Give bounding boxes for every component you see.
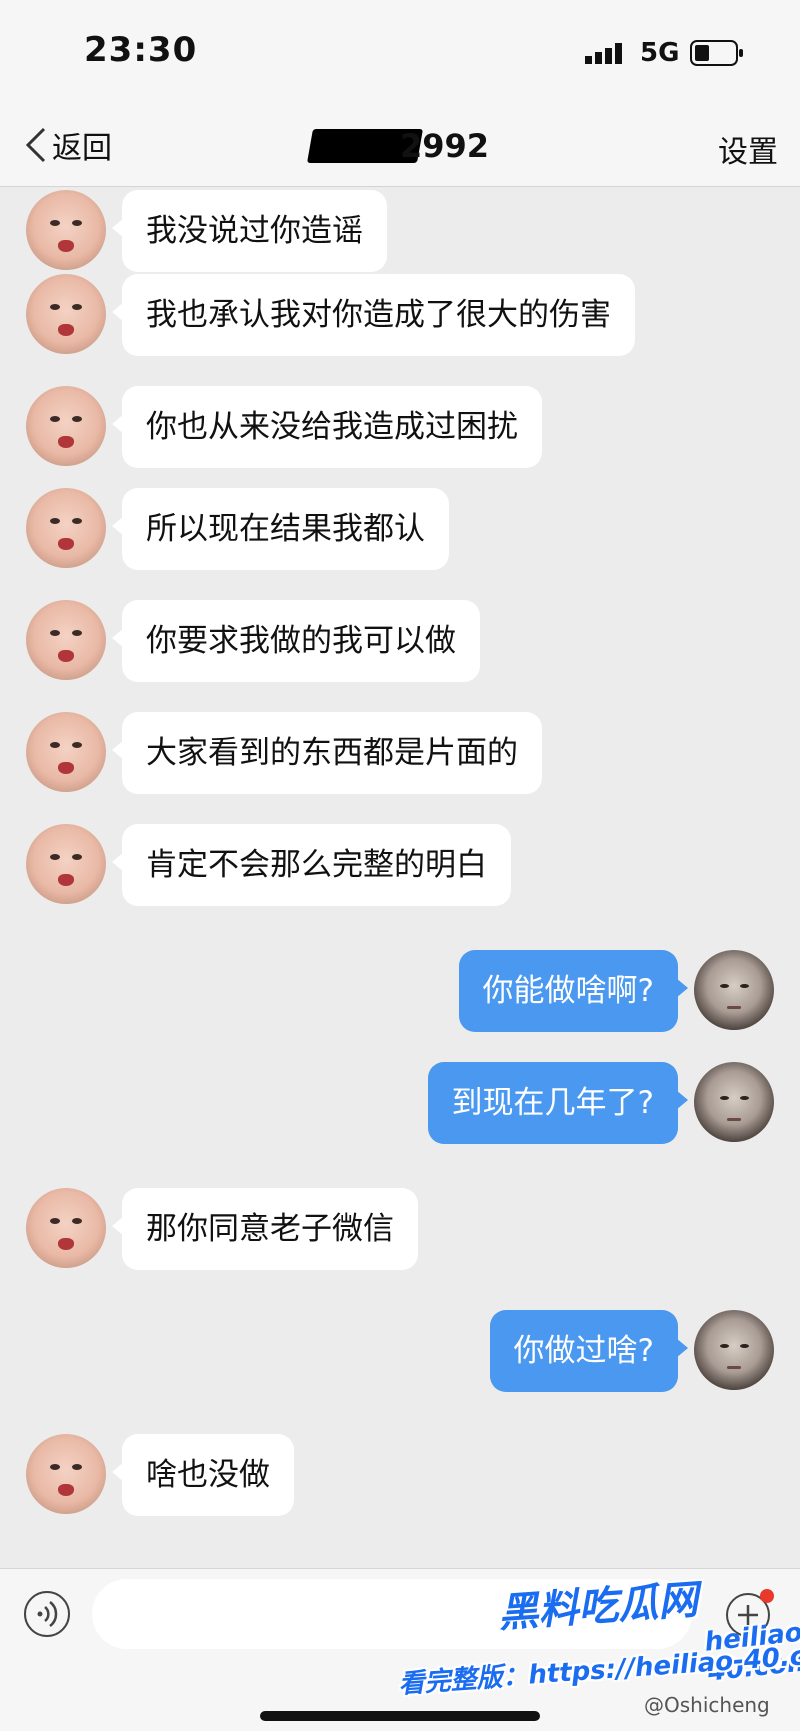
status-time: 23:30	[84, 30, 198, 70]
chat-title: 2992	[300, 123, 500, 167]
message-bubble[interactable]: 到现在几年了?	[427, 1062, 689, 1144]
message-row: 大家看到的东西都是片面的	[0, 712, 800, 796]
contact-avatar[interactable]	[26, 274, 106, 354]
settings-button[interactable]: 设置	[718, 127, 778, 171]
message-row: 我也承认我对你造成了很大的伤害	[0, 274, 800, 358]
contact-avatar[interactable]	[26, 824, 106, 904]
signal-icon	[585, 43, 622, 64]
message-bubble[interactable]: 大家看到的东西都是片面的	[112, 712, 542, 794]
message-bubble[interactable]: 我也承认我对你造成了很大的伤害	[112, 274, 635, 356]
user-avatar[interactable]	[694, 1310, 774, 1390]
chat-title-text: 2992	[400, 127, 490, 165]
message-row: 你做过啥?	[0, 1310, 800, 1394]
user-avatar[interactable]	[694, 950, 774, 1030]
contact-avatar[interactable]	[26, 386, 106, 466]
contact-avatar[interactable]	[26, 600, 106, 680]
message-bubble[interactable]: 那你同意老子微信	[112, 1188, 418, 1270]
voice-button[interactable]	[24, 1591, 70, 1637]
message-row: 那你同意老子微信	[0, 1188, 800, 1272]
message-bubble[interactable]: 你能做啥啊?	[458, 950, 689, 1032]
message-row: 你也从来没给我造成过困扰	[0, 386, 800, 470]
network-label: 5G	[640, 38, 680, 68]
chevron-left-icon	[25, 127, 46, 163]
message-bubble[interactable]: 所以现在结果我都认	[112, 488, 449, 570]
back-label: 返回	[52, 131, 112, 166]
home-indicator	[260, 1711, 540, 1721]
message-row: 我没说过你造谣	[0, 190, 800, 274]
message-row: 到现在几年了?	[0, 1062, 800, 1146]
back-button[interactable]: 返回	[22, 119, 112, 171]
contact-avatar[interactable]	[26, 712, 106, 792]
notification-dot	[760, 1589, 774, 1603]
message-bubble[interactable]: 啥也没做	[112, 1434, 294, 1516]
contact-avatar[interactable]	[26, 190, 106, 270]
message-row: 你要求我做的我可以做	[0, 600, 800, 684]
contact-avatar[interactable]	[26, 1188, 106, 1268]
message-bubble[interactable]: 你要求我做的我可以做	[112, 600, 480, 682]
message-row: 你能做啥啊?	[0, 950, 800, 1034]
voice-icon	[37, 1601, 58, 1627]
contact-avatar[interactable]	[26, 1434, 106, 1514]
status-bar: 23:30 5G	[0, 0, 800, 105]
battery-icon	[690, 40, 743, 66]
message-row: 啥也没做	[0, 1434, 800, 1518]
contact-avatar[interactable]	[26, 488, 106, 568]
message-bubble[interactable]: 你做过啥?	[489, 1310, 689, 1392]
nav-bar: 返回 2992 设置	[0, 105, 800, 187]
user-avatar[interactable]	[694, 1062, 774, 1142]
message-row: 所以现在结果我都认	[0, 488, 800, 572]
weibo-credit: @Oshicheng	[644, 1693, 770, 1717]
message-bubble[interactable]: 肯定不会那么完整的明白	[112, 824, 511, 906]
message-bubble[interactable]: 我没说过你造谣	[112, 190, 387, 272]
message-bubble[interactable]: 你也从来没给我造成过困扰	[112, 386, 542, 468]
chat-area[interactable]: 我没说过你造谣 我也承认我对你造成了很大的伤害 你也从来没给我造成过困扰 所以现…	[0, 188, 800, 1568]
message-row: 肯定不会那么完整的明白	[0, 824, 800, 908]
